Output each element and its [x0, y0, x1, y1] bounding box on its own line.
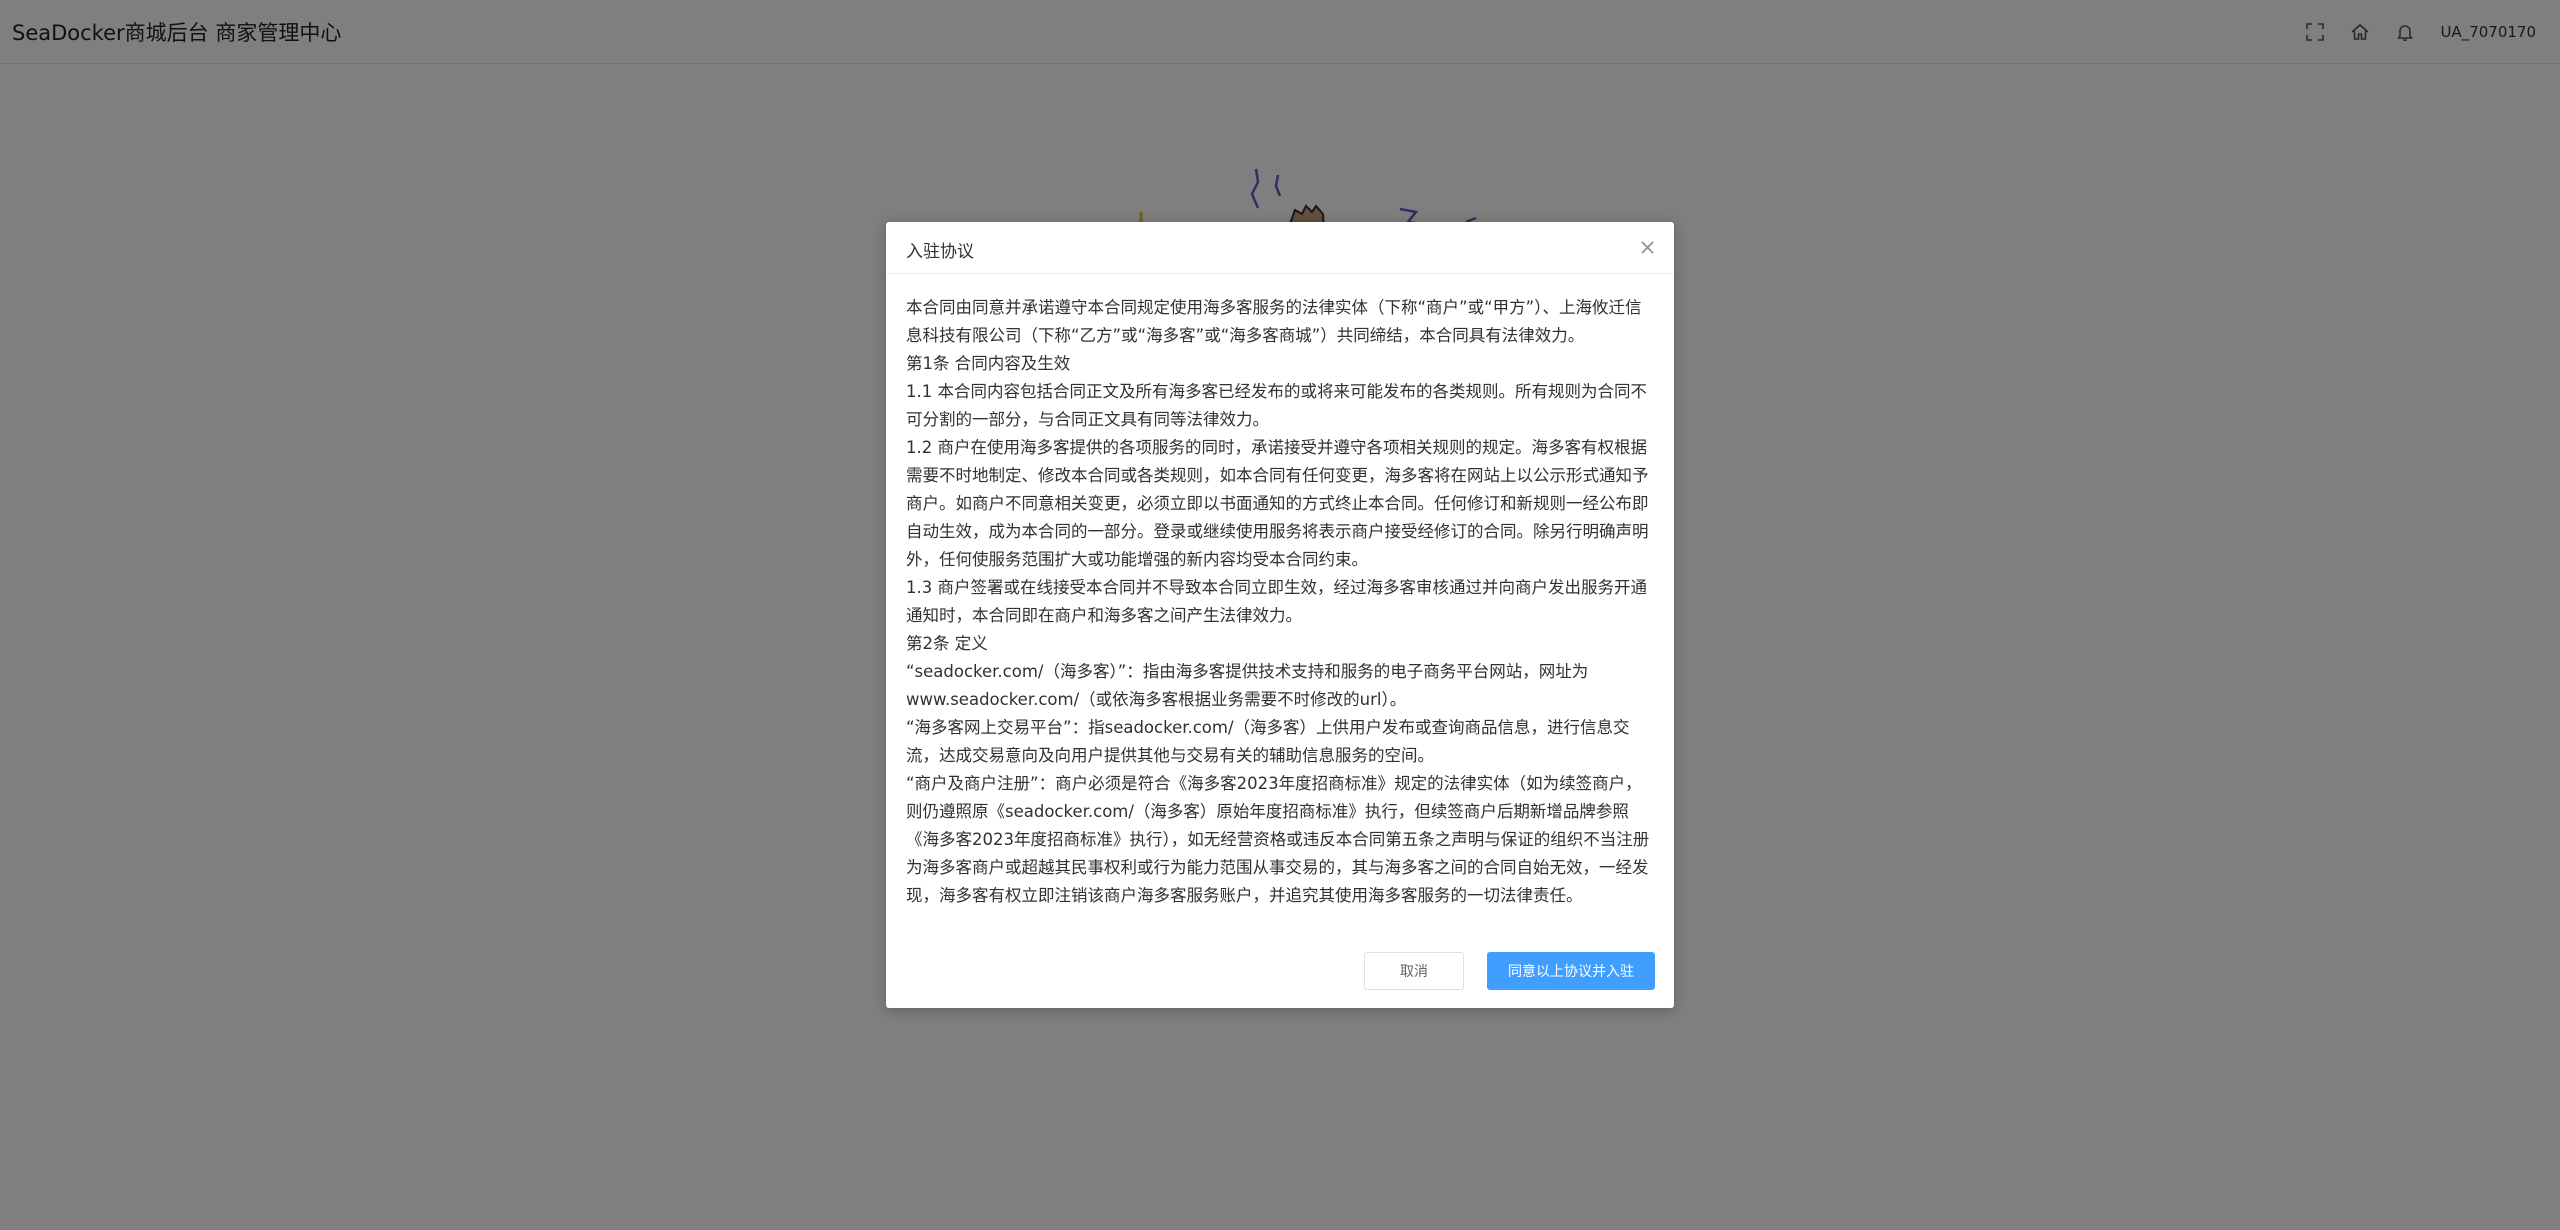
agreement-paragraph: 1.2 商户在使用海多客提供的各项服务的同时，承诺接受并遵守各项相关规则的规定。… — [906, 438, 1649, 569]
agreement-paragraph: “商户及商户注册”：商户必须是符合《海多客2023年度招商标准》规定的法律实体（… — [906, 774, 1650, 905]
cancel-button[interactable]: 取消 — [1364, 952, 1464, 990]
agreement-paragraph: “海多客网上交易平台”：指seadocker.com/（海多客）上供用户发布或查… — [906, 718, 1630, 765]
agree-and-join-button[interactable]: 同意以上协议并入驻 — [1487, 952, 1655, 990]
agreement-paragraph: 第2条 定义 — [906, 634, 988, 653]
agreement-paragraph: 1.3 商户签署或在线接受本合同并不导致本合同立即生效，经过海多客审核通过并向商… — [906, 578, 1647, 625]
dialog-title: 入驻协议 — [906, 242, 974, 262]
agreement-paragraph: 1.1 本合同内容包括合同正文及所有海多客已经发布的或将来可能发布的各类规则。所… — [906, 382, 1647, 429]
agreement-paragraph: “seadocker.com/（海多客）”：指由海多客提供技术支持和服务的电子商… — [906, 662, 1589, 709]
close-icon[interactable] — [1636, 236, 1658, 258]
agreement-paragraph: 本合同由同意并承诺遵守本合同规定使用海多客服务的法律实体（下称“商户”或“甲方”… — [906, 298, 1642, 345]
dialog-header: 入驻协议 — [886, 222, 1674, 274]
dialog-footer: 取消 同意以上协议并入驻 — [886, 938, 1674, 1008]
agreement-text-scroll[interactable]: 本合同由同意并承诺遵守本合同规定使用海多客服务的法律实体（下称“商户”或“甲方”… — [906, 294, 1654, 924]
agreement-dialog: 入驻协议 本合同由同意并承诺遵守本合同规定使用海多客服务的法律实体（下称“商户”… — [886, 222, 1674, 1008]
agreement-paragraph: 第1条 合同内容及生效 — [906, 354, 1071, 373]
app: SeaDocker商城后台 商家管理中心 UA_7070170 — [0, 0, 2560, 1230]
